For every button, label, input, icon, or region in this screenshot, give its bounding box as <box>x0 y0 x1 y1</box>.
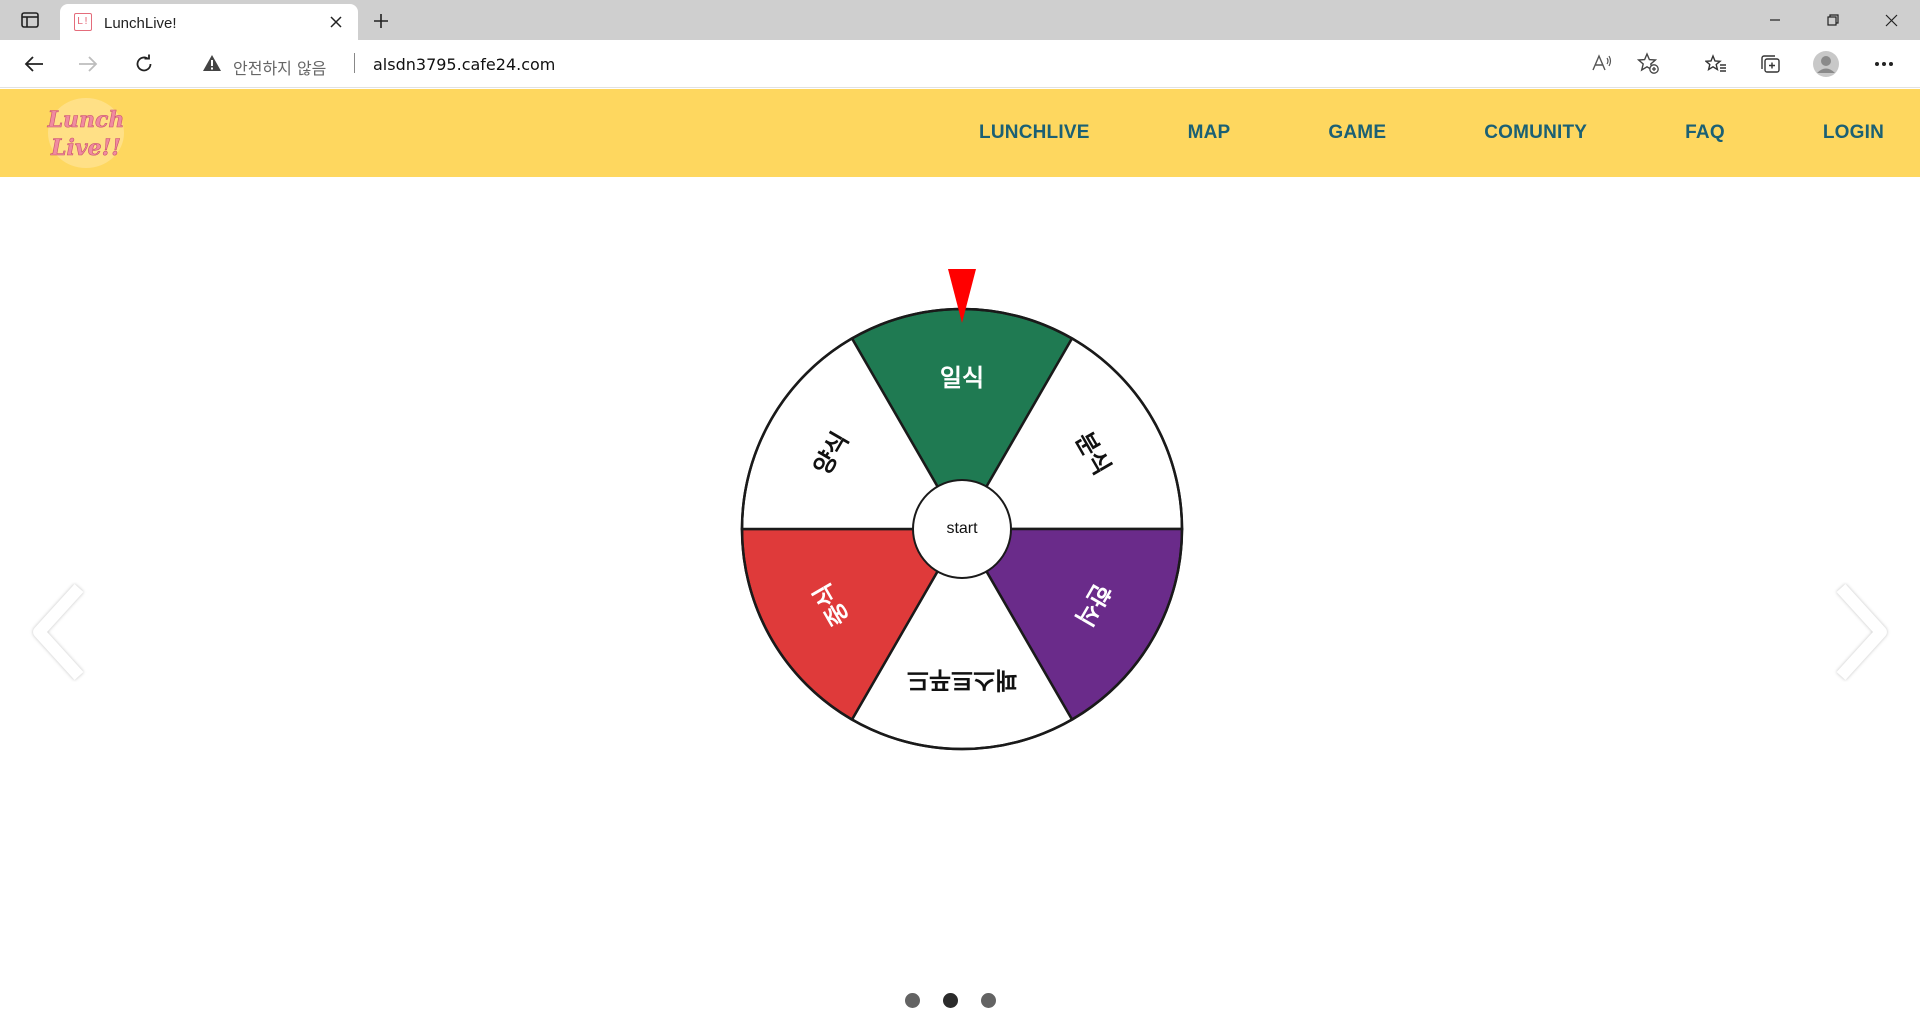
site-favicon-icon: L! <box>74 13 92 31</box>
carousel-next-button[interactable] <box>1826 577 1896 687</box>
game-carousel: 일식 분식 한식 패스트푸드 중식 양식 start <box>0 177 1920 1030</box>
more-icon <box>1875 62 1893 66</box>
carousel-dot[interactable] <box>943 992 958 1008</box>
chevron-right-icon <box>1836 583 1887 681</box>
site-logo[interactable]: Lunch Live!! <box>44 93 128 173</box>
back-button[interactable] <box>18 48 50 80</box>
warning-icon[interactable] <box>202 54 222 72</box>
browser-tab-strip: L! LunchLive! <box>0 0 1920 40</box>
window-minimize-button[interactable] <box>1752 6 1798 34</box>
minimize-icon <box>1770 19 1780 21</box>
tab-title: LunchLive! <box>104 15 177 32</box>
browser-tab-active[interactable]: L! LunchLive! <box>60 4 358 40</box>
roulette-start-button[interactable]: start <box>912 479 1012 579</box>
new-tab-button[interactable] <box>368 8 394 34</box>
forward-button[interactable] <box>72 48 104 80</box>
logo-text-line1: Lunch <box>47 107 125 133</box>
url-text[interactable]: alsdn3795.cafe24.com <box>373 55 555 74</box>
window-restore-button[interactable] <box>1810 6 1856 34</box>
favorites-button[interactable] <box>1700 48 1732 80</box>
nav-link-faq[interactable]: FAQ <box>1685 122 1725 144</box>
collections-icon <box>1761 55 1780 73</box>
read-aloud-icon <box>1592 54 1612 71</box>
browser-toolbar: 안전하지 않음 alsdn3795.cafe24.com <box>0 40 1920 88</box>
refresh-button[interactable] <box>128 48 160 80</box>
tab-actions-button[interactable] <box>16 8 44 32</box>
logo-text-line2: Live!! <box>50 135 121 161</box>
tab-close-button[interactable] <box>326 12 346 32</box>
roulette: 일식 분식 한식 패스트푸드 중식 양식 start <box>738 269 1186 751</box>
lunchlive-logo-icon: Lunch Live!! <box>46 98 125 168</box>
security-status-label[interactable]: 안전하지 않음 <box>233 55 326 79</box>
tab-actions-icon <box>21 12 39 28</box>
close-icon <box>1885 14 1897 26</box>
restore-icon <box>1827 14 1839 26</box>
avatar-icon <box>1813 51 1839 77</box>
read-aloud-button[interactable] <box>1590 51 1614 75</box>
address-bar[interactable]: 안전하지 않음 alsdn3795.cafe24.com <box>180 44 1680 82</box>
nav-link-game[interactable]: GAME <box>1328 122 1386 144</box>
roulette-segment-label: 일식 <box>940 364 984 392</box>
address-separator <box>354 53 355 73</box>
window-close-button[interactable] <box>1868 6 1914 34</box>
arrow-right-icon <box>79 56 98 72</box>
nav-link-lunchlive[interactable]: LUNCHLIVE <box>979 122 1090 144</box>
carousel-indicators <box>905 992 1019 1008</box>
plus-icon <box>374 14 388 28</box>
chevron-left-icon <box>33 583 84 681</box>
carousel-dot[interactable] <box>981 992 996 1008</box>
collections-button[interactable] <box>1754 48 1786 80</box>
nav-link-login[interactable]: LOGIN <box>1823 122 1884 144</box>
favorites-icon <box>1705 54 1726 72</box>
arrow-left-icon <box>24 56 43 72</box>
carousel-dot[interactable] <box>905 992 920 1008</box>
add-favorite-button[interactable] <box>1636 51 1660 75</box>
star-add-icon <box>1637 52 1659 74</box>
carousel-prev-button[interactable] <box>24 577 94 687</box>
roulette-segment-label: 패스트푸드 <box>907 666 1017 694</box>
close-icon <box>330 16 342 28</box>
main-nav: LUNCHLIVE MAP GAME COMUNITY FAQ LOGIN <box>881 89 1884 177</box>
settings-menu-button[interactable] <box>1868 48 1900 80</box>
roulette-pointer-icon <box>948 269 976 323</box>
nav-link-map[interactable]: MAP <box>1188 122 1231 144</box>
profile-button[interactable] <box>1810 48 1842 80</box>
nav-link-comunity[interactable]: COMUNITY <box>1484 122 1587 144</box>
site-header: Lunch Live!! LUNCHLIVE MAP GAME COMUNITY… <box>0 89 1920 177</box>
refresh-icon <box>136 54 152 72</box>
